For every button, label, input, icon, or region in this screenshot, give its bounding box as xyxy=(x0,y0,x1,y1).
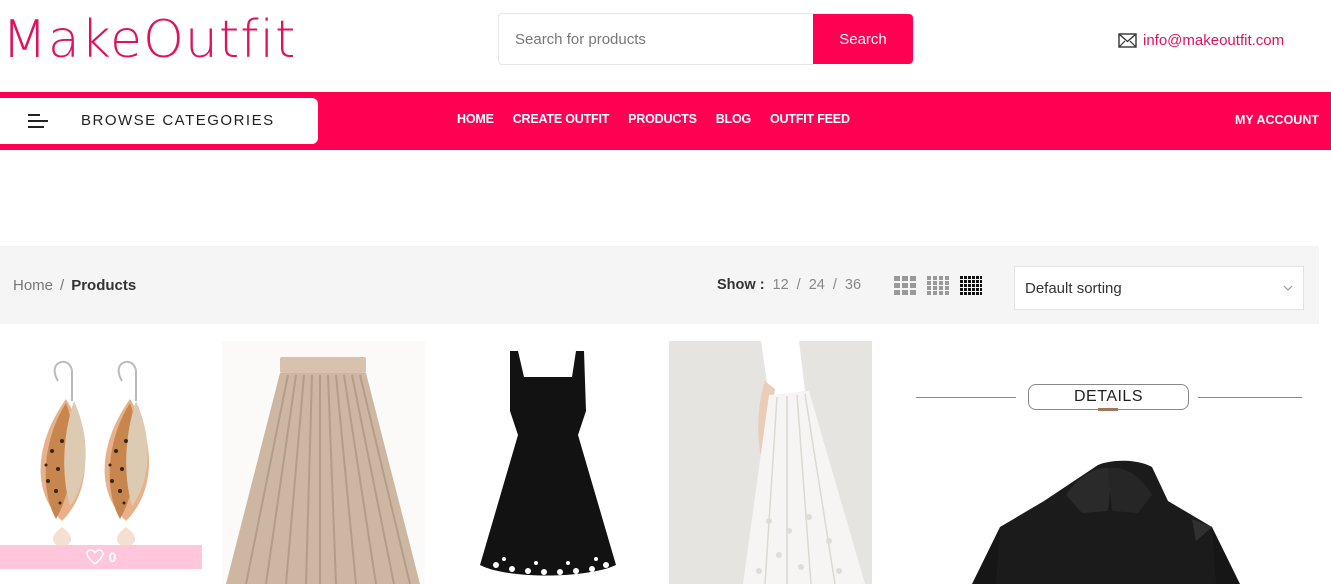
browse-categories-button[interactable]: BROWSE CATEGORIES xyxy=(0,98,318,144)
nav-link-home[interactable]: HOME xyxy=(457,112,494,126)
details-banner: DETAILS xyxy=(1028,384,1189,410)
product-image xyxy=(446,341,650,584)
grid-view-switcher xyxy=(894,276,993,296)
my-account-link[interactable]: MY ACCOUNT xyxy=(1235,113,1319,127)
breadcrumb-separator: / xyxy=(60,277,65,294)
breadcrumb-home[interactable]: Home xyxy=(13,277,53,294)
per-page-separator: / xyxy=(796,277,801,293)
divider-line xyxy=(916,397,1016,398)
product-card[interactable] xyxy=(446,341,650,584)
nav-link-outfit-feed[interactable]: OUTFIT FEED xyxy=(770,112,850,126)
product-image xyxy=(669,341,872,584)
product-grid: 0 DETAILS xyxy=(0,341,1331,584)
per-page-label: Show : xyxy=(717,277,765,293)
search-input[interactable] xyxy=(498,13,814,65)
heart-icon xyxy=(85,549,104,565)
divider-line xyxy=(1198,397,1302,398)
per-page-selector: Show : 12 / 24 / 36 xyxy=(717,277,861,293)
wishlist-button[interactable]: 0 xyxy=(0,545,202,569)
contact-email[interactable]: info@makeoutfit.com xyxy=(1118,31,1284,49)
sort-select[interactable]: Default sorting xyxy=(1014,266,1304,310)
browse-categories-label: BROWSE CATEGORIES xyxy=(81,112,275,129)
breadcrumb-current: Products xyxy=(71,277,137,294)
product-card[interactable] xyxy=(222,341,425,584)
product-card[interactable]: 0 xyxy=(0,341,204,584)
email-text: info@makeoutfit.com xyxy=(1143,31,1285,49)
main-navbar: BROWSE CATEGORIES HOME CREATE OUTFIT PRO… xyxy=(0,92,1331,150)
sort-selected-value: Default sorting xyxy=(1025,279,1122,297)
banner-accent xyxy=(1098,408,1118,411)
product-image xyxy=(222,341,425,584)
breadcrumb: Home / Products xyxy=(13,277,136,294)
primary-nav: HOME CREATE OUTFIT PRODUCTS BLOG OUTFIT … xyxy=(457,112,869,126)
per-page-separator: / xyxy=(832,277,837,293)
chevron-down-icon xyxy=(1283,285,1293,291)
per-page-12[interactable]: 12 xyxy=(773,277,789,293)
per-page-24[interactable]: 24 xyxy=(809,277,825,293)
nav-link-products[interactable]: PRODUCTS xyxy=(628,112,697,126)
site-logo[interactable]: MakeOutfit xyxy=(2,14,296,66)
grid-4-columns-icon[interactable] xyxy=(927,276,949,296)
envelope-icon xyxy=(1118,32,1137,48)
product-image xyxy=(972,460,1240,584)
grid-6-columns-icon[interactable] xyxy=(960,276,982,296)
grid-3-columns-icon[interactable] xyxy=(894,276,916,296)
menu-icon xyxy=(28,114,48,128)
nav-link-create-outfit[interactable]: CREATE OUTFIT xyxy=(513,112,610,126)
nav-link-blog[interactable]: BLOG xyxy=(716,112,752,126)
product-card[interactable]: DETAILS xyxy=(912,341,1308,584)
search-form: Search xyxy=(498,13,913,65)
search-button[interactable]: Search xyxy=(813,14,913,64)
shop-toolbar: Home / Products Show : 12 / 24 / 36 Defa… xyxy=(0,246,1319,324)
per-page-36[interactable]: 36 xyxy=(845,277,861,293)
site-header: MakeOutfit Search info@makeoutfit.com xyxy=(0,0,1331,92)
product-card[interactable] xyxy=(669,341,872,584)
wishlist-count: 0 xyxy=(108,549,117,565)
